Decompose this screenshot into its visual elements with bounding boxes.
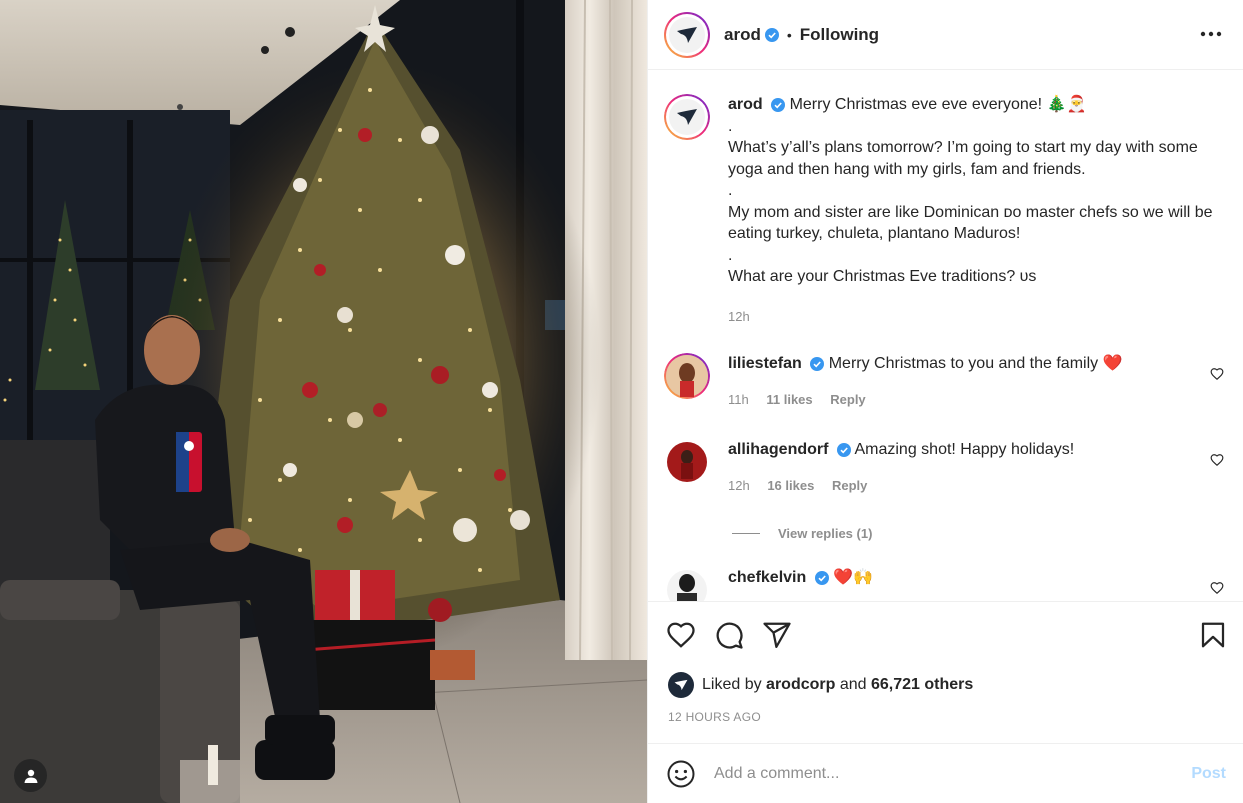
caption-line: . [728, 182, 733, 199]
comment-meta: 11h 11 likes Reply [728, 389, 1234, 411]
caption-line: My mom and sister are like Dominican ᴅᴏ … [728, 203, 1213, 243]
caption-line: . [728, 246, 733, 264]
profile-photo-icon [667, 442, 707, 482]
more-options-button[interactable] [1199, 22, 1223, 46]
caption-meta: 12h [728, 306, 1234, 328]
arodcorp-logo-icon [674, 679, 688, 691]
caption-username[interactable]: arod [728, 96, 763, 113]
post-photo[interactable] [0, 0, 647, 803]
caption-line: What’s y’all’s plans tomorrow? I’m going… [728, 139, 1198, 178]
comment-likes[interactable]: 16 likes [767, 478, 814, 493]
author-avatar[interactable] [664, 11, 710, 58]
author-username[interactable]: arod [724, 25, 761, 45]
tagged-users-button[interactable] [14, 759, 47, 792]
post-comment-button[interactable]: Post [1191, 765, 1226, 783]
caption: arod Merry Christmas eve eve everyone! 🎄… [664, 94, 1234, 327]
header-separator: • [786, 26, 792, 43]
like-comment-heart-icon[interactable] [1210, 581, 1224, 595]
verified-badge-icon [836, 442, 851, 457]
likes-count[interactable]: 66,721 others [871, 676, 973, 694]
post-details-panel: arod • Following arod Merry Christmas ev… [647, 0, 1243, 803]
comment-item: chefkelvin ❤️🙌 [664, 567, 1234, 601]
post-header: arod • Following [648, 0, 1243, 70]
view-replies-label: View replies (1) [778, 526, 873, 541]
post-timestamp[interactable]: 12 HOURS AGO [668, 710, 761, 724]
commenter-avatar[interactable] [664, 353, 710, 399]
commenter-avatar[interactable] [664, 439, 710, 485]
comment-meta: 12h 16 likes Reply [728, 475, 1234, 497]
replies-divider [732, 533, 760, 534]
verified-badge-icon [764, 27, 779, 42]
caption-line: What are your Christmas Eve traditions? … [728, 268, 1037, 285]
commenter-username[interactable]: liliestefan [728, 355, 802, 372]
comment-item: liliestefan Merry Christmas to you and t… [664, 353, 1234, 410]
comment-item: allihagendorf Amazing shot! Happy holida… [664, 439, 1234, 496]
profile-photo-icon [666, 355, 708, 397]
christmas-tree-photo [0, 0, 647, 803]
comment-text: ❤️🙌 [833, 569, 874, 586]
save-bookmark-icon[interactable] [1198, 620, 1228, 650]
commenter-username[interactable]: chefkelvin [728, 569, 806, 586]
following-button[interactable]: Following [800, 25, 879, 45]
arod-logo-icon [677, 109, 697, 125]
commenter-avatar[interactable] [664, 567, 710, 601]
liked-by-prefix: Liked by [702, 676, 762, 693]
more-horizontal-icon [1200, 31, 1222, 37]
caption-line: Merry Christmas eve eve everyone! 🎄🎅 [789, 96, 1087, 113]
comments-list[interactable]: arod Merry Christmas eve eve everyone! 🎄… [648, 71, 1243, 601]
user-icon [24, 769, 37, 783]
arod-logo-icon [677, 26, 697, 43]
emoji-smiley-icon[interactable] [666, 759, 696, 789]
commenter-username[interactable]: allihagendorf [728, 441, 828, 458]
like-heart-icon[interactable] [666, 620, 696, 650]
add-comment-bar: Post [648, 743, 1243, 803]
likes-summary[interactable]: Liked by arodcorp and 66,721 others [668, 672, 973, 698]
view-replies-button[interactable]: View replies (1) [732, 526, 872, 541]
verified-badge-icon [771, 97, 786, 112]
comment-text: Amazing shot! Happy holidays! [854, 441, 1075, 458]
comment-time[interactable]: 11h [728, 392, 749, 407]
post-actions: Liked by arodcorp and 66,721 others 12 H… [648, 601, 1243, 741]
comment-bubble-icon[interactable] [714, 620, 744, 650]
liked-by-and: and [839, 676, 867, 693]
caption-time[interactable]: 12h [728, 309, 750, 324]
comment-text: Merry Christmas to you and the family ❤️ [828, 355, 1123, 372]
verified-badge-icon [810, 356, 825, 371]
share-paper-plane-icon[interactable] [762, 620, 792, 650]
like-comment-heart-icon[interactable] [1210, 367, 1224, 381]
caption-avatar[interactable] [664, 94, 710, 140]
comment-time[interactable]: 12h [728, 478, 750, 493]
comment-likes[interactable]: 11 likes [766, 392, 812, 407]
reply-button[interactable]: Reply [830, 392, 865, 407]
liker-username[interactable]: arodcorp [766, 676, 835, 694]
like-comment-heart-icon[interactable] [1210, 453, 1224, 467]
reply-button[interactable]: Reply [832, 478, 867, 493]
comment-input[interactable] [714, 764, 1192, 783]
caption-line: . [728, 117, 733, 135]
profile-photo-icon [667, 570, 707, 601]
liker-avatar[interactable] [668, 672, 694, 698]
verified-badge-icon [814, 570, 829, 585]
